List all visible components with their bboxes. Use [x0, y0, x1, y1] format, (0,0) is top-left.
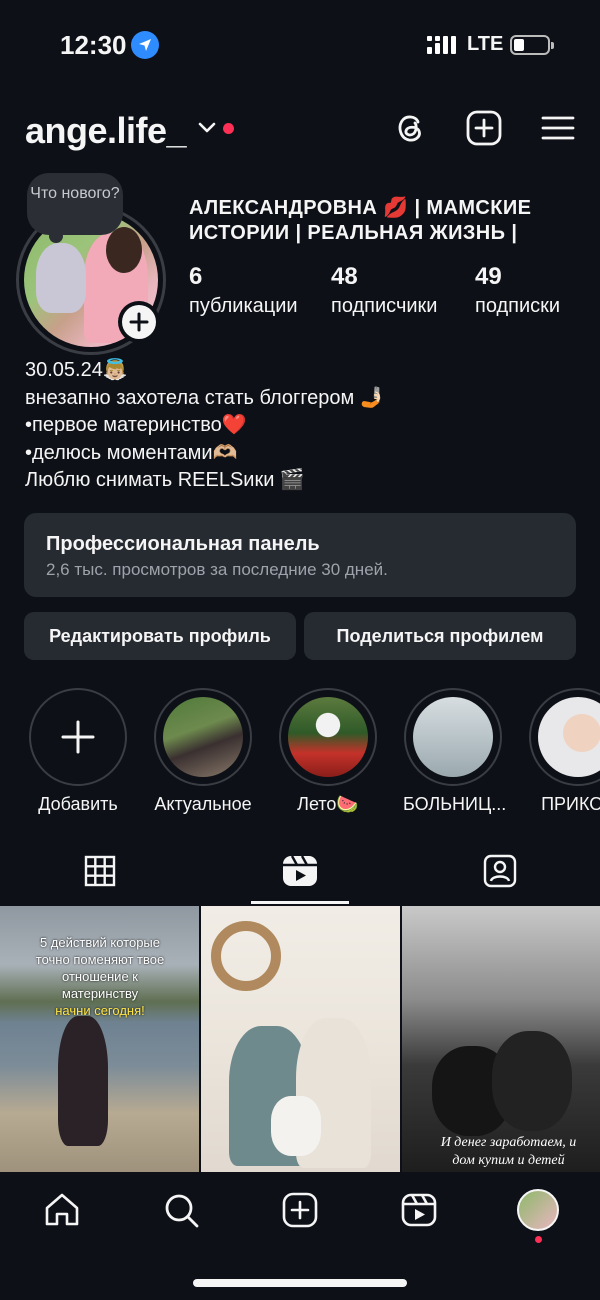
- share-profile-button[interactable]: Поделиться профилем: [304, 612, 576, 660]
- create-icon[interactable]: [280, 1190, 320, 1230]
- highlight-ring: [29, 688, 127, 786]
- reel-thumbnail[interactable]: И денег заработаем, и дом купим и детей: [402, 906, 600, 1172]
- tab-tagged[interactable]: [480, 851, 520, 891]
- status-time: 12:30: [60, 30, 127, 60]
- profile-bio: 30.05.24👼🏼 внезапно захотела стать блогг…: [25, 357, 585, 495]
- tab-reels[interactable]: [280, 851, 320, 891]
- reels-icon: [283, 855, 317, 886]
- edit-profile-button[interactable]: Редактировать профиль: [24, 612, 296, 660]
- profile-username[interactable]: ange.life_: [25, 110, 187, 152]
- reel-caption: 5 действий которые точно поменяют твое о…: [35, 935, 165, 1018]
- professional-dashboard[interactable]: Профессиональная панель 2,6 тыс. просмот…: [24, 513, 576, 597]
- add-story-button[interactable]: [118, 301, 160, 343]
- highlight-item[interactable]: Лето🍉: [278, 688, 378, 815]
- status-bar: 12:30 LTE: [0, 0, 600, 90]
- home-icon[interactable]: [42, 1190, 82, 1230]
- home-indicator[interactable]: [193, 1279, 407, 1287]
- stat-followers[interactable]: 48 подписчики: [331, 263, 437, 318]
- dashboard-subtitle: 2,6 тыс. просмотров за последние 30 дней…: [46, 560, 388, 579]
- stat-following[interactable]: 49 подписки: [475, 263, 560, 318]
- tab-grid[interactable]: [80, 851, 120, 891]
- highlight-item[interactable]: Актуальное: [153, 688, 253, 815]
- location-arrow-icon: [131, 31, 159, 59]
- stat-posts[interactable]: 6 публикации: [189, 263, 298, 318]
- network-type: LTE: [467, 33, 504, 55]
- bio-line: 30.05.24👼🏼: [25, 359, 128, 381]
- highlight-add[interactable]: Добавить: [28, 688, 128, 815]
- note-bubble[interactable]: Что нового?: [27, 173, 123, 243]
- tagged-icon: [483, 854, 517, 888]
- highlight-item[interactable]: БОЛЬНИЦ...: [403, 688, 506, 815]
- plus-icon: [61, 720, 95, 754]
- profile-full-name: АЛЕКСАНДРОВНА 💋 | МАМСКИЕ ИСТОРИИ | РЕАЛ…: [189, 197, 532, 244]
- threads-icon[interactable]: [392, 110, 428, 146]
- create-post-icon[interactable]: [466, 110, 502, 146]
- bio-line: Люблю снимать REELSики 🎬: [25, 469, 305, 491]
- reel-thumbnail[interactable]: 5 действий которые точно поменяют твое о…: [0, 906, 199, 1172]
- grid-icon: [84, 855, 116, 887]
- bio-line: •первое материнство❤️: [25, 414, 247, 436]
- notification-dot: [535, 1236, 542, 1243]
- chevron-down-icon[interactable]: [197, 121, 217, 140]
- reel-thumbnail[interactable]: [201, 906, 400, 1172]
- profile-avatar-nav[interactable]: [517, 1189, 559, 1231]
- highlight-item[interactable]: ПРИКОЛ: [528, 688, 600, 815]
- search-icon[interactable]: [161, 1190, 201, 1230]
- menu-icon[interactable]: [540, 110, 576, 146]
- reel-caption: И денег заработаем, и дом купим и детей: [440, 1135, 577, 1168]
- notification-dot: [223, 123, 234, 134]
- dashboard-title: Профессиональная панель: [46, 533, 320, 555]
- bio-line: •делюсь моментами🫶🏼: [25, 441, 238, 464]
- reels-icon[interactable]: [399, 1190, 439, 1230]
- cellular-signal-icon: [427, 36, 461, 54]
- active-tab-indicator: [251, 901, 349, 904]
- bio-line: внезапно захотела стать блоггером 🤳🏻: [25, 386, 385, 409]
- battery-icon: [510, 35, 554, 55]
